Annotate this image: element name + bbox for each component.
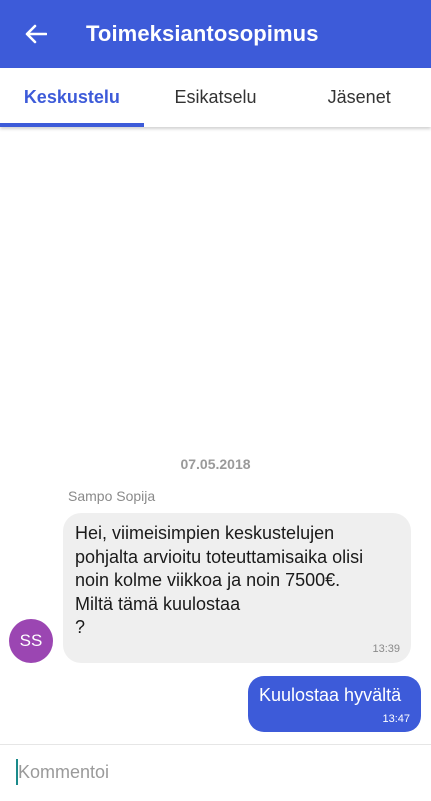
message-timestamp: 13:39 [372,643,400,655]
tab-keskustelu[interactable]: Keskustelu [0,68,144,127]
page-title: Toimeksiantosopimus [86,21,319,46]
outgoing-message-bubble[interactable]: Kuulostaa hyvältä 13:47 [248,676,421,732]
tab-esikatselu[interactable]: Esikatselu [144,68,288,127]
incoming-message-bubble[interactable]: Hei, viimeisimpien keskustelujen pohjalt… [63,513,411,663]
app-bar: Toimeksiantosopimus [0,0,431,68]
date-separator: 07.05.2018 [180,456,251,472]
sender-name: Sampo Sopija [68,488,156,504]
tab-jasenet[interactable]: Jäsenet [287,68,431,127]
comment-input[interactable] [18,755,418,789]
message-text: Kuulostaa hyvältä [259,685,402,705]
arrow-left-icon [25,24,47,44]
avatar[interactable]: SS [9,619,53,663]
comment-composer [0,744,431,801]
tab-bar: Keskustelu Esikatselu Jäsenet [0,68,431,127]
back-button[interactable] [14,12,58,56]
message-timestamp: 13:47 [382,713,410,725]
message-text: Hei, viimeisimpien keskustelujen pohjalt… [75,523,364,637]
